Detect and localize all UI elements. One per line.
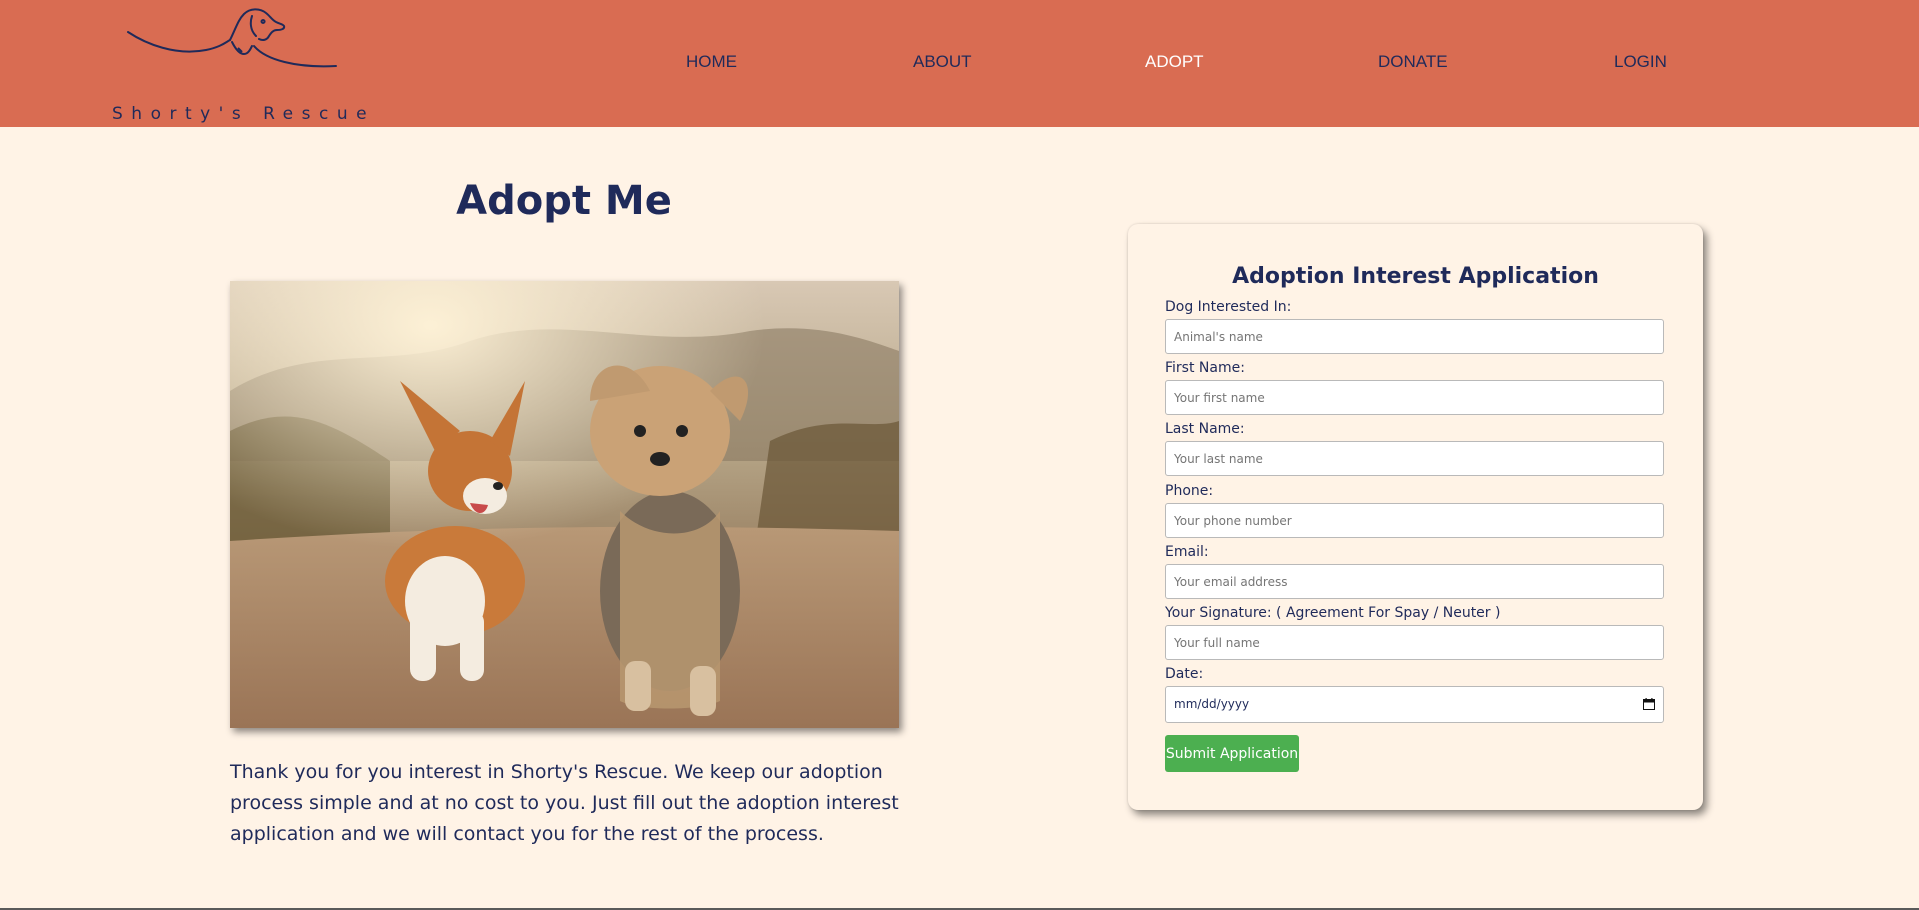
- first-name-input[interactable]: [1165, 380, 1664, 415]
- first-name-label: First Name:: [1165, 360, 1245, 376]
- last-name-input[interactable]: [1165, 441, 1664, 476]
- form-title: Adoption Interest Application: [1232, 264, 1599, 289]
- submit-application-button[interactable]: Submit Application: [1165, 735, 1299, 772]
- signature-label: Your Signature: ( Agreement For Spay / N…: [1165, 605, 1501, 621]
- last-name-label: Last Name:: [1165, 421, 1245, 437]
- nav-about[interactable]: ABOUT: [913, 52, 972, 72]
- phone-input[interactable]: [1165, 503, 1664, 538]
- phone-label: Phone:: [1165, 483, 1214, 499]
- main-nav: HOME ABOUT ADOPT DONATE LOGIN: [0, 52, 1919, 76]
- dog-interested-label: Dog Interested In:: [1165, 299, 1292, 315]
- nav-adopt[interactable]: ADOPT: [1145, 52, 1204, 72]
- site-header: Shorty's Rescue HOME ABOUT ADOPT DONATE …: [0, 0, 1919, 127]
- dogs-running-image: [230, 281, 899, 728]
- email-input[interactable]: [1165, 564, 1664, 599]
- date-label: Date:: [1165, 666, 1204, 682]
- date-placeholder: mm/dd/yyyy: [1174, 697, 1250, 711]
- brand-name: Shorty's Rescue: [112, 104, 376, 124]
- nav-donate[interactable]: DONATE: [1378, 52, 1448, 72]
- nav-login[interactable]: LOGIN: [1614, 52, 1667, 72]
- page-title: Adopt Me: [456, 178, 672, 224]
- date-input[interactable]: mm/dd/yyyy: [1165, 686, 1664, 723]
- signature-input[interactable]: [1165, 625, 1664, 660]
- calendar-icon[interactable]: [1643, 698, 1655, 710]
- email-label: Email:: [1165, 544, 1209, 560]
- nav-home[interactable]: HOME: [686, 52, 737, 72]
- adoption-form-card: Adoption Interest Application Dog Intere…: [1128, 224, 1703, 810]
- intro-text: Thank you for you interest in Shorty's R…: [230, 761, 899, 845]
- dog-name-input[interactable]: [1165, 319, 1664, 354]
- dogs-photo: [230, 281, 899, 728]
